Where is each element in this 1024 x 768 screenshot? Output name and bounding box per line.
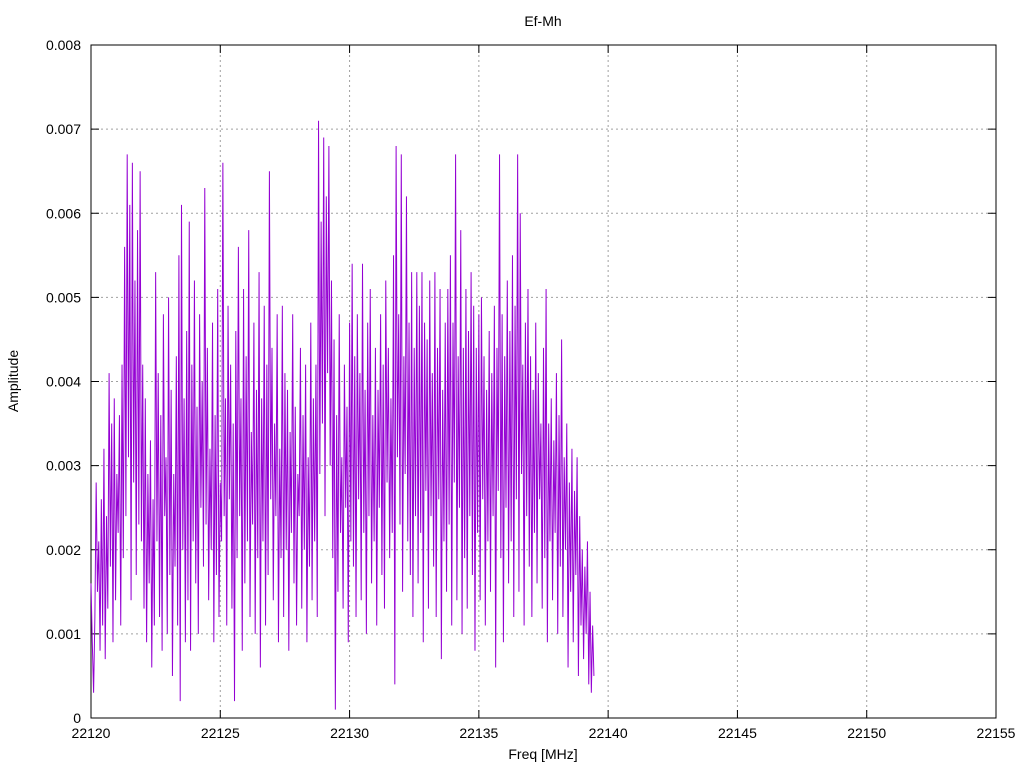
y-axis-label: Amplitude bbox=[5, 350, 21, 412]
chart-title: Ef-Mh bbox=[524, 13, 561, 29]
y-tick-label: 0.005 bbox=[46, 289, 81, 305]
x-tick-label: 22140 bbox=[589, 725, 628, 741]
x-tick-label: 22145 bbox=[718, 725, 757, 741]
y-tick-label: 0 bbox=[73, 710, 81, 726]
x-tick-label: 22135 bbox=[459, 725, 498, 741]
series-line bbox=[90, 120, 595, 710]
y-tick-label: 0.003 bbox=[46, 458, 81, 474]
y-tick-label: 0.002 bbox=[46, 542, 81, 558]
y-tick-label: 0.007 bbox=[46, 121, 81, 137]
y-tick-label: 0.001 bbox=[46, 626, 81, 642]
x-tick-label: 22130 bbox=[330, 725, 369, 741]
y-tick-label: 0.008 bbox=[46, 37, 81, 53]
x-axis-label: Freq [MHz] bbox=[508, 746, 577, 762]
x-tick-label: 22155 bbox=[977, 725, 1016, 741]
x-tick-label: 22150 bbox=[847, 725, 886, 741]
x-tick-label: 22125 bbox=[201, 725, 240, 741]
y-tick-label: 0.006 bbox=[46, 205, 81, 221]
y-tick-label: 0.004 bbox=[46, 374, 81, 390]
x-tick-label: 22120 bbox=[72, 725, 111, 741]
chart: Ef-Mh 22120 22125 22130 22135 22140 22145 2215… bbox=[5, 13, 1016, 762]
